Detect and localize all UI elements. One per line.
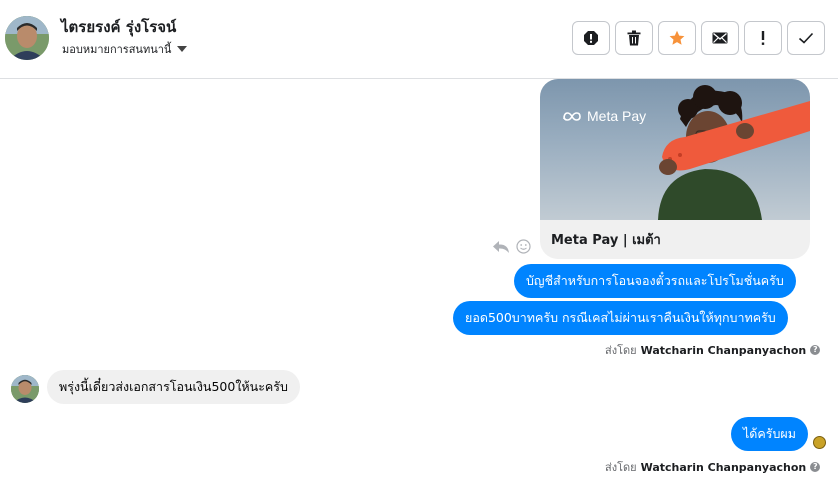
envelope-icon <box>712 32 728 44</box>
assign-conversation-dropdown[interactable]: มอบหมายการสนทนานี้ <box>62 40 188 58</box>
help-icon[interactable]: ? <box>810 462 821 472</box>
seen-avatar-icon <box>813 436 826 449</box>
react-smiley-icon[interactable] <box>516 239 531 254</box>
exclamation-icon <box>761 31 765 45</box>
meta-pay-logo: Meta Pay <box>562 108 646 124</box>
contact-avatar-small[interactable] <box>11 375 39 403</box>
reply-icon[interactable] <box>492 240 510 254</box>
delete-button[interactable] <box>615 21 653 55</box>
check-icon <box>798 32 814 44</box>
caret-down-icon <box>177 46 188 52</box>
sent-by-name[interactable]: Watcharin Chanpanyachon <box>641 461 807 474</box>
mark-spam-button[interactable] <box>572 21 610 55</box>
sent-by-prefix: ส่งโดย <box>605 344 637 357</box>
assign-label: มอบหมายการสนทนานี้ <box>62 43 172 56</box>
spam-icon <box>584 31 598 45</box>
star-icon <box>669 30 685 45</box>
card-brand-text: Meta Pay <box>587 108 647 124</box>
link-preview-card[interactable]: Meta Pay Meta Pay | เมต้า <box>540 79 810 259</box>
sent-by-name[interactable]: Watcharin Chanpanyachon <box>641 344 807 357</box>
mark-done-button[interactable] <box>787 21 825 55</box>
card-title: Meta Pay | เมต้า <box>551 233 661 248</box>
outgoing-message[interactable]: ยอด500บาทครับ กรณีเคสไม่ผ่านเราคืนเงินให… <box>453 301 788 335</box>
sent-by-label: ส่งโดย Watcharin Chanpanyachon ? <box>605 341 821 359</box>
conversation-toolbar <box>572 21 825 55</box>
mark-unread-button[interactable] <box>701 21 739 55</box>
sent-by-prefix: ส่งโดย <box>605 461 637 474</box>
star-button[interactable] <box>658 21 696 55</box>
follow-up-button[interactable] <box>744 21 782 55</box>
contact-avatar[interactable] <box>5 16 49 60</box>
help-icon[interactable]: ? <box>810 345 821 355</box>
meta-infinity-icon <box>563 111 581 121</box>
contact-name[interactable]: ไตรยรงค์ รุ่งโรจน์ <box>61 15 176 39</box>
message-actions <box>492 239 531 254</box>
sent-by-label: ส่งโดย Watcharin Chanpanyachon ? <box>605 458 821 476</box>
outgoing-message[interactable]: ได้ครับผม <box>731 417 808 451</box>
outgoing-message[interactable]: บัญชีสำหรับการโอนจองตั๋วรถและโปรโมชั่นคร… <box>514 264 796 298</box>
incoming-message[interactable]: พรุ่งนี้เดี๋ยวส่งเอกสารโอนเงิน500ให้นะคร… <box>47 370 300 404</box>
link-preview-image: Meta Pay <box>540 79 810 220</box>
trash-icon <box>627 30 641 46</box>
conversation-header: ไตรยรงค์ รุ่งโรจน์ มอบหมายการสนทนานี้ <box>0 0 838 79</box>
